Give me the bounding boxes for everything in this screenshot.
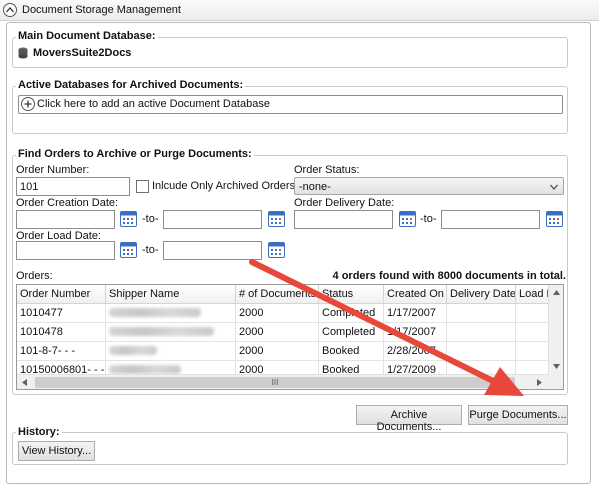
chevron-down-icon	[550, 181, 558, 193]
horizontal-scroll-thumb[interactable]: III	[35, 377, 515, 388]
grid-header: Order Number Shipper Name # of Documents…	[17, 285, 548, 304]
creation-date-label: Order Creation Date:	[16, 197, 119, 209]
collapse-icon[interactable]	[3, 3, 17, 17]
delivery-to-input[interactable]	[441, 210, 540, 229]
cell-created-on: 2/28/2007	[384, 342, 447, 361]
active-db-legend: Active Databases for Archived Documents:	[16, 79, 246, 91]
purge-documents-button[interactable]: Purge Documents...	[468, 405, 568, 425]
cell-status: Completed	[319, 304, 384, 323]
scroll-corner	[548, 374, 563, 389]
history-legend: History:	[16, 426, 62, 438]
order-number-input[interactable]: 101	[16, 177, 130, 196]
cell-documents: 2000	[236, 323, 319, 342]
cell-shipper-name	[106, 342, 236, 361]
col-load-date[interactable]: Load D	[516, 285, 548, 304]
add-icon[interactable]	[21, 97, 35, 111]
load-from-input[interactable]	[16, 241, 115, 260]
order-status-select[interactable]: -none-	[294, 177, 564, 195]
history-group	[12, 432, 568, 465]
find-orders-legend: Find Orders to Archive or Purge Document…	[16, 148, 254, 160]
cell-created-on: 1/17/2007	[384, 304, 447, 323]
order-number-label: Order Number:	[16, 164, 90, 176]
order-number-value: 101	[20, 181, 39, 193]
calendar-icon[interactable]	[120, 241, 137, 258]
load-to-input[interactable]	[163, 241, 262, 260]
orders-found-summary: 4 orders found with 8000 documents in to…	[332, 270, 566, 282]
cell-documents: 2000	[236, 342, 319, 361]
main-db-name: MoversSuite2Docs	[33, 47, 132, 59]
cell-status: Completed	[319, 323, 384, 342]
scroll-down-icon[interactable]	[553, 364, 560, 369]
cell-order-number: 101-8-7- - -	[17, 342, 106, 361]
cell-documents: 2000	[236, 304, 319, 323]
vertical-scrollbar[interactable]	[548, 285, 563, 374]
to-label: -to-	[142, 213, 159, 225]
calendar-icon[interactable]	[546, 210, 563, 227]
section-title: Document Storage Management	[22, 4, 181, 16]
scroll-left-icon[interactable]	[22, 379, 27, 386]
archive-documents-button[interactable]: Archive Documents...	[356, 405, 462, 433]
col-shipper-name[interactable]: Shipper Name	[106, 285, 236, 304]
col-created-on[interactable]: Created On	[384, 285, 447, 304]
add-database-link[interactable]: Click here to add an active Document Dat…	[37, 98, 270, 110]
calendar-icon[interactable]	[120, 210, 137, 227]
table-row[interactable]: 1010478 2000 Completed 1/17/2007	[17, 323, 548, 342]
cell-delivery-date	[447, 304, 516, 323]
calendar-icon[interactable]	[268, 210, 285, 227]
table-row[interactable]: 101-8-7- - - 2000 Booked 2/28/2007	[17, 342, 548, 361]
order-status-label: Order Status:	[294, 164, 360, 176]
database-icon	[18, 47, 28, 62]
to-label: -to-	[420, 213, 437, 225]
include-archived-checkbox[interactable]	[136, 180, 149, 193]
cell-load-date	[516, 342, 548, 361]
cell-delivery-date	[447, 323, 516, 342]
col-delivery-date[interactable]: Delivery Date	[447, 285, 516, 304]
cell-shipper-name	[106, 304, 236, 323]
to-label: -to-	[142, 244, 159, 256]
orders-grid: Order Number Shipper Name # of Documents…	[16, 284, 564, 390]
cell-order-number: 1010477	[17, 304, 106, 323]
cell-load-date	[516, 323, 548, 342]
col-documents[interactable]: # of Documents	[236, 285, 319, 304]
calendar-icon[interactable]	[268, 241, 285, 258]
orders-label: Orders:	[16, 270, 53, 282]
creation-from-input[interactable]	[16, 210, 115, 229]
horizontal-scrollbar[interactable]: III	[17, 374, 548, 389]
delivery-from-input[interactable]	[294, 210, 393, 229]
cell-delivery-date	[447, 342, 516, 361]
delivery-date-label: Order Delivery Date:	[294, 197, 395, 209]
calendar-icon[interactable]	[399, 210, 416, 227]
col-order-number[interactable]: Order Number	[17, 285, 106, 304]
cell-order-number: 1010478	[17, 323, 106, 342]
scroll-up-icon[interactable]	[553, 290, 560, 295]
scroll-right-icon[interactable]	[537, 379, 542, 386]
cell-shipper-name	[106, 323, 236, 342]
view-history-button[interactable]: View History...	[18, 441, 95, 461]
cell-load-date	[516, 304, 548, 323]
cell-status: Booked	[319, 342, 384, 361]
creation-to-input[interactable]	[163, 210, 262, 229]
main-db-legend: Main Document Database:	[16, 30, 158, 42]
table-row[interactable]: 1010477 2000 Completed 1/17/2007	[17, 304, 548, 323]
include-archived-label: Inlcude Only Archived Orders	[152, 180, 296, 192]
order-status-value: -none-	[299, 181, 331, 193]
col-status[interactable]: Status	[319, 285, 384, 304]
cell-created-on: 1/17/2007	[384, 323, 447, 342]
